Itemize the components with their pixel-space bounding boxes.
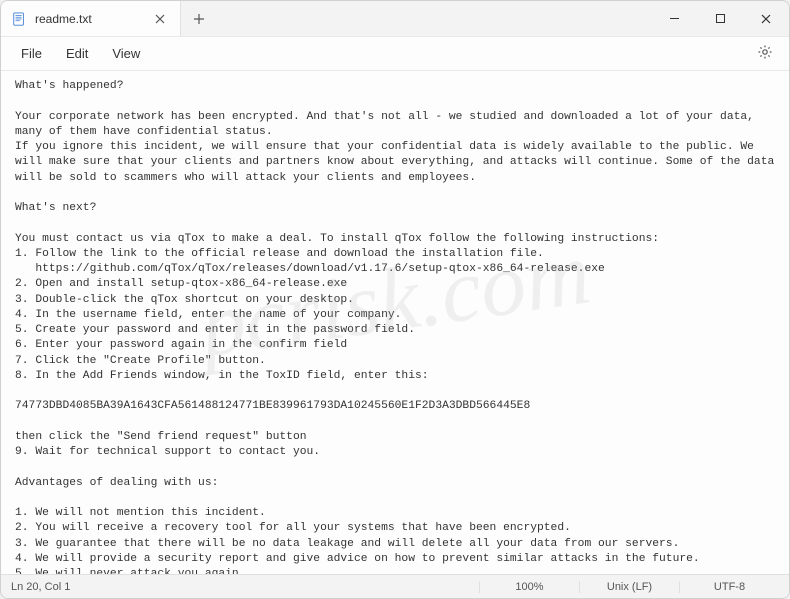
notepad-window: readme.txt File Edit View bbox=[0, 0, 790, 599]
status-zoom[interactable]: 100% bbox=[479, 581, 579, 593]
status-position: Ln 20, Col 1 bbox=[11, 581, 479, 593]
menu-edit[interactable]: Edit bbox=[54, 42, 100, 65]
menu-view[interactable]: View bbox=[100, 42, 152, 65]
settings-button[interactable] bbox=[749, 40, 781, 67]
tab-title: readme.txt bbox=[35, 12, 144, 26]
status-lineending[interactable]: Unix (LF) bbox=[579, 581, 679, 593]
statusbar: Ln 20, Col 1 100% Unix (LF) UTF-8 bbox=[1, 574, 789, 598]
maximize-button[interactable] bbox=[697, 1, 743, 36]
close-window-button[interactable] bbox=[743, 1, 789, 36]
close-tab-icon[interactable] bbox=[152, 11, 168, 27]
new-tab-button[interactable] bbox=[181, 1, 217, 36]
minimize-button[interactable] bbox=[651, 1, 697, 36]
window-controls bbox=[651, 1, 789, 36]
menubar: File Edit View bbox=[1, 37, 789, 71]
file-icon bbox=[11, 11, 27, 27]
tab-readme[interactable]: readme.txt bbox=[1, 1, 181, 36]
titlebar: readme.txt bbox=[1, 1, 789, 37]
status-encoding[interactable]: UTF-8 bbox=[679, 581, 779, 593]
menu-file[interactable]: File bbox=[9, 42, 54, 65]
titlebar-spacer[interactable] bbox=[217, 1, 651, 36]
text-editor[interactable]: What's happened? Your corporate network … bbox=[1, 71, 789, 574]
